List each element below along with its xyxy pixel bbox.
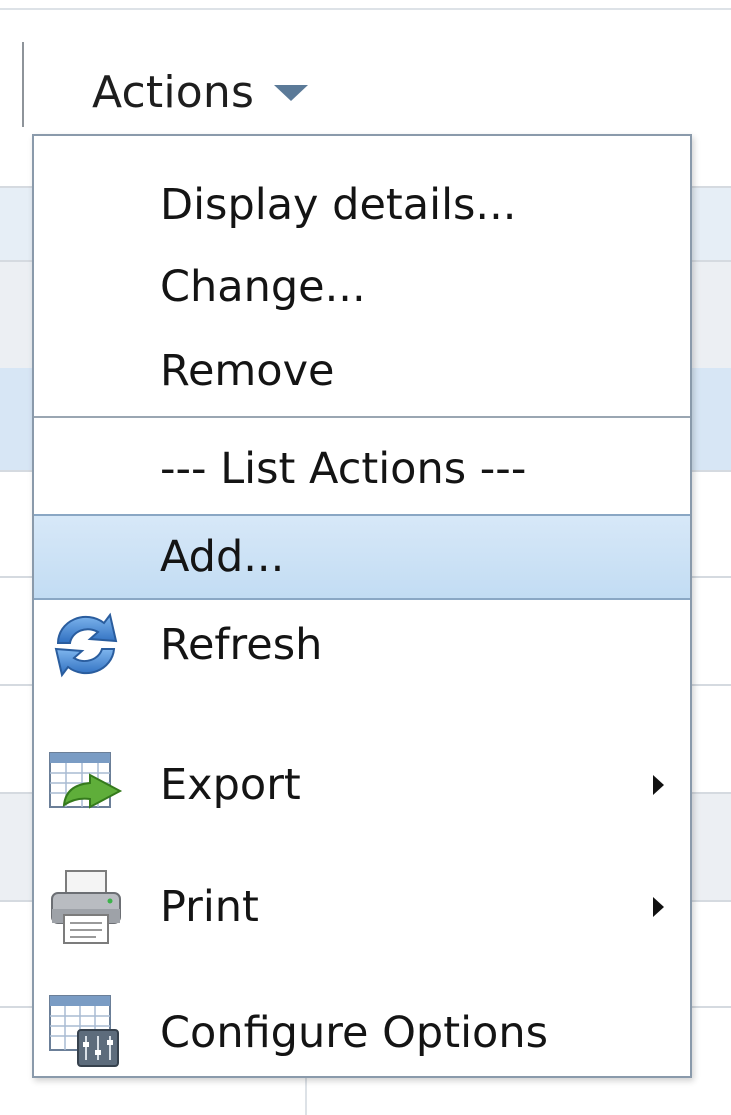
submenu-arrow-icon	[653, 775, 664, 795]
menu-item-label: Refresh	[160, 620, 323, 670]
menu-item-label: Remove	[160, 346, 335, 396]
export-icon	[49, 752, 123, 809]
screen: Actions Display details... Change... Rem…	[0, 0, 731, 1115]
menu-item-add[interactable]: Add...	[34, 514, 690, 600]
menu-item-change[interactable]: Change...	[34, 248, 690, 326]
menu-item-label: Configure Options	[160, 1008, 548, 1058]
submenu-arrow-icon	[653, 897, 664, 917]
menu-item-remove[interactable]: Remove	[34, 332, 690, 410]
menu-section-list-actions: --- List Actions ---	[34, 432, 690, 506]
menu-item-label: Export	[160, 760, 301, 810]
configure-options-icon	[49, 995, 119, 1067]
menu-item-print[interactable]: Print	[34, 854, 690, 960]
toolbar-separator	[22, 42, 24, 127]
menu-separator	[34, 416, 690, 418]
menu-item-label: Display details...	[160, 180, 517, 230]
actions-dropdown-button[interactable]: Actions	[92, 62, 309, 122]
printer-icon	[51, 870, 121, 944]
actions-menu: Display details... Change... Remove --- …	[32, 134, 692, 1078]
menu-item-label: Change...	[160, 262, 366, 312]
menu-item-display-details[interactable]: Display details...	[34, 166, 690, 244]
chevron-down-icon	[274, 85, 309, 101]
menu-item-refresh[interactable]: Refresh	[34, 592, 690, 698]
menu-item-export[interactable]: Export	[34, 732, 690, 838]
menu-item-label: Print	[160, 882, 259, 932]
menu-item-configure-options[interactable]: Configure Options	[34, 980, 690, 1086]
actions-label: Actions	[92, 66, 255, 118]
menu-section-label: --- List Actions ---	[160, 444, 527, 494]
menu-item-label: Add...	[160, 532, 285, 582]
refresh-icon	[54, 612, 118, 678]
toolbar-top-border	[0, 8, 731, 10]
